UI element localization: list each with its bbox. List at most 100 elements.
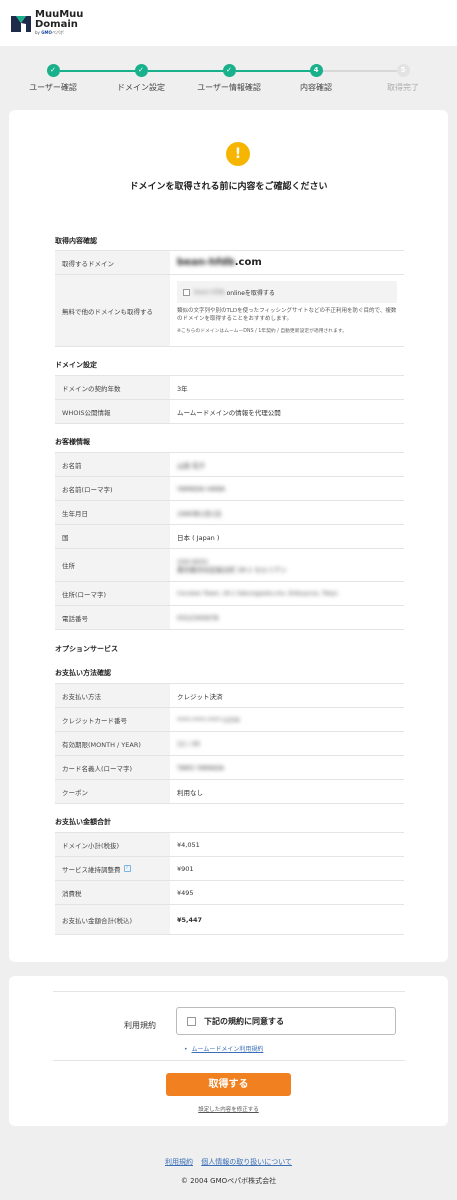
footer-links: 利用規約 個人情報の取り扱いについて <box>0 1157 457 1167</box>
row-label: カード名義人(ローマ字) <box>55 756 170 779</box>
terms-link[interactable]: • ムームードメイン利用規約 <box>184 1044 263 1053</box>
address-value: 150-0031 東京都渋谷区桜丘町 26-1 セルリアン <box>170 549 404 581</box>
step-2: ✓ ドメイン設定 <box>96 64 186 93</box>
help-icon[interactable]: ? <box>123 865 131 872</box>
row-label: 電話番号 <box>55 606 170 629</box>
row-label: 無料で他のドメインも取得する <box>55 275 170 346</box>
table-row: 国 日本 ( Japan ) <box>55 525 404 549</box>
checkbox-icon[interactable] <box>187 1016 196 1026</box>
section-title-options: オプションサービス <box>55 645 118 653</box>
row-label: サービス維持調整費? <box>55 857 170 880</box>
row-value: YAMADA HANA <box>177 484 226 493</box>
row-label: 住所(ローマ字) <box>55 582 170 605</box>
total-value: ¥5,447 <box>177 915 203 924</box>
table-row: 住所 150-0031 東京都渋谷区桜丘町 26-1 セルリアン <box>55 549 404 582</box>
row-label: お支払い方法 <box>55 684 170 707</box>
row-label: 取得するドメイン <box>55 251 170 274</box>
copyright: © 2004 GMOペパボ株式会社 <box>180 1177 277 1185</box>
row-value: 0312345678 <box>177 613 219 622</box>
table-row: クーポン 利用なし <box>55 780 404 804</box>
edit-settings-link[interactable]: 設定した内容を修正する <box>9 1105 448 1113</box>
footer-terms-link[interactable]: 利用規約 <box>165 1158 193 1166</box>
row-label: 住所 <box>55 549 170 581</box>
row-value: クレジット決済 <box>177 692 223 701</box>
logo-line2: Domain <box>35 19 78 30</box>
other-domain-option[interactable]: bean-hfdb. onlineを取得する <box>177 281 397 303</box>
row-label: お名前(ローマ字) <box>55 477 170 500</box>
row-label: 国 <box>55 525 170 548</box>
table-row: クレジットカード番号 ****-****-****-1234 <box>55 708 404 732</box>
warning-icon: ! <box>226 142 250 166</box>
agree-terms-text: 下記の規約に同意する <box>204 1016 284 1026</box>
domain-value: bean-hfdb .com <box>170 251 404 274</box>
row-label: ドメイン小計(税抜) <box>55 833 170 856</box>
row-label: クレジットカード番号 <box>55 708 170 731</box>
step-number: 5 <box>396 64 410 77</box>
other-domain-text: onlineを取得する <box>226 289 275 297</box>
row-value: Cerulean Tower, 26-1 Sakuragaoka-cho, Sh… <box>177 590 338 597</box>
other-domain-cell: bean-hfdb. onlineを取得する 類似の文字列や別のTLDを使ったフィ… <box>170 275 404 346</box>
acquisition-table: 取得するドメイン bean-hfdb .com 無料で他のドメインも取得する be… <box>55 250 404 347</box>
table-row: カード名義人(ローマ字) TARO YAMADA <box>55 756 404 780</box>
table-row: ドメインの契約年数 3年 <box>55 376 404 400</box>
step-label: ユーザー確認 <box>29 83 77 92</box>
logo-text: MuuMuu Domain by GMOペパボ <box>35 10 83 36</box>
table-row: 生年月日 1990年1月1日 <box>55 501 404 525</box>
logo-line3: by GMOペパボ <box>35 30 64 35</box>
table-row: WHOIS公開情報 ムームードメインの情報を代理公開 <box>55 400 404 424</box>
payment-table: お支払い方法 クレジット決済 クレジットカード番号 ****-****-****… <box>55 683 404 804</box>
row-value: 3年 <box>177 384 188 393</box>
agree-terms-checkbox[interactable]: 下記の規約に同意する <box>176 1007 396 1035</box>
address-line2: 東京都渋谷区桜丘町 26-1 セルリアン <box>177 566 287 574</box>
row-value: TARO YAMADA <box>177 763 224 772</box>
section-title-payment: お支払い方法確認 <box>55 669 111 677</box>
table-row: サービス維持調整費? ¥901 <box>55 857 404 881</box>
row-value: 日本 ( Japan ) <box>177 533 220 542</box>
domain-settings-table: ドメインの契約年数 3年 WHOIS公開情報 ムームードメインの情報を代理公開 <box>55 375 404 424</box>
divider <box>53 991 405 992</box>
bullet-icon: • <box>184 1046 188 1053</box>
table-row: 無料で他のドメインも取得する bean-hfdb. onlineを取得する 類似の… <box>55 275 404 347</box>
row-value: 12 / 30 <box>177 739 200 748</box>
section-title-totals: お支払い金額合計 <box>55 818 111 826</box>
section-title-acquisition: 取得内容確認 <box>55 237 97 245</box>
footer-privacy-link[interactable]: 個人情報の取り扱いについて <box>201 1158 292 1166</box>
table-row: 住所(ローマ字) Cerulean Tower, 26-1 Sakuragaok… <box>55 582 404 606</box>
row-value: 1990年1月1日 <box>177 509 222 518</box>
row-label: クーポン <box>55 780 170 803</box>
check-icon: ✓ <box>222 64 236 77</box>
muumuu-logo-icon <box>10 12 32 34</box>
table-row: 消費税 ¥495 <box>55 881 404 905</box>
divider <box>53 1060 405 1061</box>
check-icon: ✓ <box>46 64 60 77</box>
domain-name-blurred: bean-hfdb <box>177 257 235 268</box>
row-value: 利用なし <box>177 788 203 797</box>
row-value: 山田 花子 <box>177 461 206 470</box>
other-domain-note: 類似の文字列や別のTLDを使ったフィッシングサイトなどの不正利用を防ぐ目的で、複… <box>177 308 397 322</box>
step-5: 5 取得完了 <box>358 64 448 93</box>
customer-table: お名前 山田 花子 お名前(ローマ字) YAMADA HANA 生年月日 199… <box>55 452 404 630</box>
check-icon: ✓ <box>134 64 148 77</box>
row-value: ¥495 <box>177 888 194 897</box>
row-value: ムームードメインの情報を代理公開 <box>177 408 281 417</box>
header: MuuMuu Domain by GMOペパボ <box>0 0 457 46</box>
row-label: ドメインの契約年数 <box>55 376 170 399</box>
totals-table: ドメイン小計(税抜) ¥4,051 サービス維持調整費? ¥901 消費税 ¥4… <box>55 832 404 935</box>
row-label: 生年月日 <box>55 501 170 524</box>
address-line1: 150-0031 <box>177 558 209 566</box>
row-value: ¥4,051 <box>177 840 200 849</box>
table-row: お名前(ローマ字) YAMADA HANA <box>55 477 404 501</box>
table-row: 電話番号 0312345678 <box>55 606 404 630</box>
step-label: 取得完了 <box>387 83 419 92</box>
table-row: ドメイン小計(税抜) ¥4,051 <box>55 833 404 857</box>
muumuu-logo[interactable]: MuuMuu Domain by GMOペパボ <box>10 10 83 36</box>
other-domain-checkbox[interactable] <box>183 288 190 296</box>
table-row: お名前 山田 花子 <box>55 453 404 477</box>
step-number: 4 <box>309 64 323 77</box>
section-title-domain-settings: ドメイン設定 <box>55 361 97 369</box>
step-4: 4 内容確認 <box>271 64 361 93</box>
acquire-button[interactable]: 取得する <box>166 1073 291 1096</box>
other-domain-blurred: bean-hfdb. <box>194 288 227 296</box>
table-row: 取得するドメイン bean-hfdb .com <box>55 251 404 275</box>
table-row: お支払い方法 クレジット決済 <box>55 684 404 708</box>
